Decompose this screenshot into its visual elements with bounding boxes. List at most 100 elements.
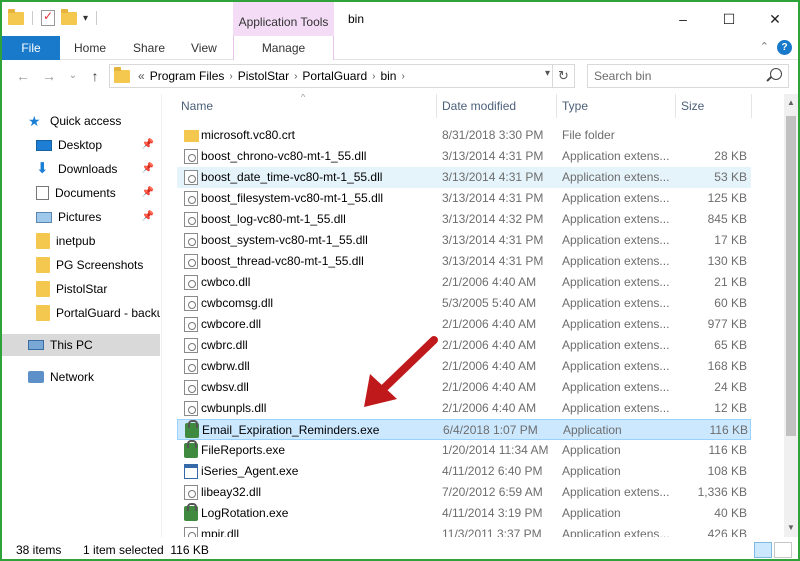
table-row[interactable]: boost_log-vc80-mt-1_55.dll 3/13/2014 4:32… [177, 209, 751, 230]
column-divider[interactable] [556, 94, 557, 118]
column-divider[interactable] [751, 94, 752, 118]
sidebar-item-quick-access[interactable]: ★ Quick access [2, 110, 160, 132]
tab-file[interactable]: File [2, 36, 60, 60]
breadcrumb-bin[interactable]: bin [380, 69, 396, 83]
file-size: 53 KB [714, 170, 747, 184]
table-row[interactable]: libeay32.dll 7/20/2012 6:59 AM Application… [177, 482, 751, 503]
scrollbar-thumb[interactable] [786, 116, 796, 436]
sidebar-item-pictures[interactable]: Pictures 📌 [2, 206, 160, 228]
table-row[interactable]: LogRotation.exe 4/11/2014 3:19 PM Applicat… [177, 503, 751, 524]
table-row[interactable]: cwbcore.dll 2/1/2006 4:40 AM Application e… [177, 314, 751, 335]
tab-share[interactable]: Share [133, 36, 165, 60]
chevron-right-icon[interactable]: › [229, 71, 232, 82]
chevron-right-icon[interactable]: › [294, 71, 297, 82]
file-date: 3/13/2014 4:31 PM [442, 233, 544, 247]
table-row[interactable]: boost_chrono-vc80-mt-1_55.dll 3/13/2014 4… [177, 146, 751, 167]
sidebar-item-portalguard-backup[interactable]: PortalGuard - backu [2, 302, 160, 324]
file-type: File folder [562, 128, 615, 142]
file-size: 845 KB [707, 212, 747, 226]
column-header-date[interactable]: Date modified [442, 94, 516, 118]
toolbar-divider [32, 11, 33, 25]
file-size: 125 KB [707, 191, 747, 205]
minimize-button[interactable]: – [660, 2, 706, 36]
window-app-icon [184, 464, 198, 479]
details-view-icon[interactable] [754, 542, 772, 558]
sidebar-item-network[interactable]: Network [2, 366, 160, 388]
sidebar-item-desktop[interactable]: Desktop 📌 [2, 134, 160, 156]
table-row[interactable]: boost_system-vc80-mt-1_55.dll 3/13/2014 4… [177, 230, 751, 251]
sidebar-item-documents[interactable]: Documents 📌 [2, 182, 160, 204]
pin-icon[interactable]: 📌 [142, 139, 154, 150]
sidebar-item-inetpub[interactable]: inetpub [2, 230, 160, 252]
refresh-icon[interactable]: ↻ [552, 65, 574, 87]
maximize-button[interactable]: ☐ [706, 2, 752, 36]
file-name: boost_chrono-vc80-mt-1_55.dll [201, 149, 367, 163]
sidebar-item-pistolstar[interactable]: PistolStar [2, 278, 160, 300]
file-name: mpir.dll [201, 527, 240, 537]
recent-locations-button[interactable]: ⌄ [64, 68, 82, 84]
table-row[interactable]: mpir.dll 11/3/2011 3:37 PM Application ext… [177, 524, 751, 537]
sidebar-item-label: PistolStar [56, 282, 108, 296]
ribbon-expand-icon[interactable]: ⌃ [760, 40, 769, 55]
table-row[interactable]: cwbrc.dll 2/1/2006 4:40 AM Application ext… [177, 335, 751, 356]
large-icons-view-icon[interactable] [774, 542, 792, 558]
back-button[interactable]: ← [14, 68, 32, 84]
file-size: 116 KB [709, 423, 748, 437]
sidebar-item-pg-screenshots[interactable]: PG Screenshots [2, 254, 160, 276]
table-row[interactable]: cwbsv.dll 2/1/2006 4:40 AM Application ext… [177, 377, 751, 398]
breadcrumb-pistolstar[interactable]: PistolStar [238, 69, 289, 83]
properties-icon[interactable] [41, 9, 55, 26]
close-button[interactable]: ✕ [752, 2, 798, 36]
column-header-size[interactable]: Size [681, 94, 704, 118]
sidebar-item-this-pc[interactable]: This PC [2, 334, 160, 356]
table-row[interactable]: microsoft.vc80.crt 8/31/2018 3:30 PM File … [177, 125, 751, 146]
tab-view[interactable]: View [191, 36, 217, 60]
pin-icon[interactable]: 📌 [142, 163, 154, 174]
sidebar-item-label: Network [50, 370, 95, 384]
sidebar-item-label: Downloads [58, 162, 118, 176]
vertical-scrollbar[interactable]: ▲ ▼ [784, 94, 798, 537]
help-icon[interactable]: ? [777, 40, 792, 55]
table-row[interactable]: boost_filesystem-vc80-mt-1_55.dll 3/13/20… [177, 188, 751, 209]
file-type: Application extens... [562, 527, 670, 537]
pin-icon[interactable]: 📌 [142, 187, 154, 198]
breadcrumb-program-files[interactable]: Program Files [150, 69, 225, 83]
breadcrumb-portalguard[interactable]: PortalGuard [302, 69, 367, 83]
file-name: boost_filesystem-vc80-mt-1_55.dll [201, 191, 384, 205]
tab-home[interactable]: Home [74, 36, 106, 60]
column-header-name[interactable]: Name [181, 94, 213, 118]
up-button[interactable]: ↑ [86, 68, 104, 84]
search-input[interactable]: Search bin [587, 64, 789, 88]
column-header-type[interactable]: Type [562, 94, 588, 118]
pin-icon[interactable]: 📌 [142, 211, 154, 222]
address-bar-row: ← → ⌄ ↑ « Program Files › PistolStar › P… [2, 60, 798, 92]
column-divider[interactable] [675, 94, 676, 118]
forward-button[interactable]: → [40, 68, 58, 84]
customize-toolbar-icon[interactable]: ▾ [83, 13, 88, 24]
status-bar: 38 items 1 item selected 116 KB [2, 539, 798, 559]
path-overflow[interactable]: « [138, 69, 145, 83]
table-row[interactable]: cwbco.dll 2/1/2006 4:40 AM Application ext… [177, 272, 751, 293]
chevron-right-icon[interactable]: › [372, 71, 375, 82]
table-row[interactable]: boost_date_time-vc80-mt-1_55.dll 3/13/201… [177, 167, 751, 188]
table-row[interactable]: cwbcomsg.dll 5/3/2005 5:40 AM Application … [177, 293, 751, 314]
sidebar-item-downloads[interactable]: ⬇ Downloads 📌 [2, 158, 160, 180]
column-divider[interactable] [436, 94, 437, 118]
search-icon[interactable] [770, 68, 782, 80]
table-row[interactable]: FileReports.exe 1/20/2014 11:34 AM Applica… [177, 440, 751, 461]
file-type: Application extens... [562, 359, 670, 373]
address-input[interactable]: « Program Files › PistolStar › PortalGua… [109, 64, 575, 88]
new-folder-icon[interactable] [61, 8, 77, 25]
chevron-right-icon[interactable]: › [401, 71, 404, 82]
scroll-up-icon[interactable]: ▲ [784, 96, 798, 110]
table-row[interactable]: iSeries_Agent.exe 4/11/2012 6:40 PM Applic… [177, 461, 751, 482]
file-date: 2/1/2006 4:40 AM [442, 338, 537, 352]
table-row[interactable]: cwbunpls.dll 2/1/2006 4:40 AM Application … [177, 398, 751, 419]
table-row[interactable]: cwbrw.dll 2/1/2006 4:40 AM Application ext… [177, 356, 751, 377]
sidebar-item-label: PG Screenshots [56, 258, 144, 272]
table-row[interactable]: Email_Expiration_Reminders.exe 6/4/2018 1… [177, 419, 751, 440]
scroll-down-icon[interactable]: ▼ [784, 521, 798, 535]
address-history-chevron-icon[interactable]: ▾ [545, 68, 550, 79]
table-row[interactable]: boost_thread-vc80-mt-1_55.dll 3/13/2014 4… [177, 251, 751, 272]
tab-manage[interactable]: Manage [233, 36, 334, 60]
